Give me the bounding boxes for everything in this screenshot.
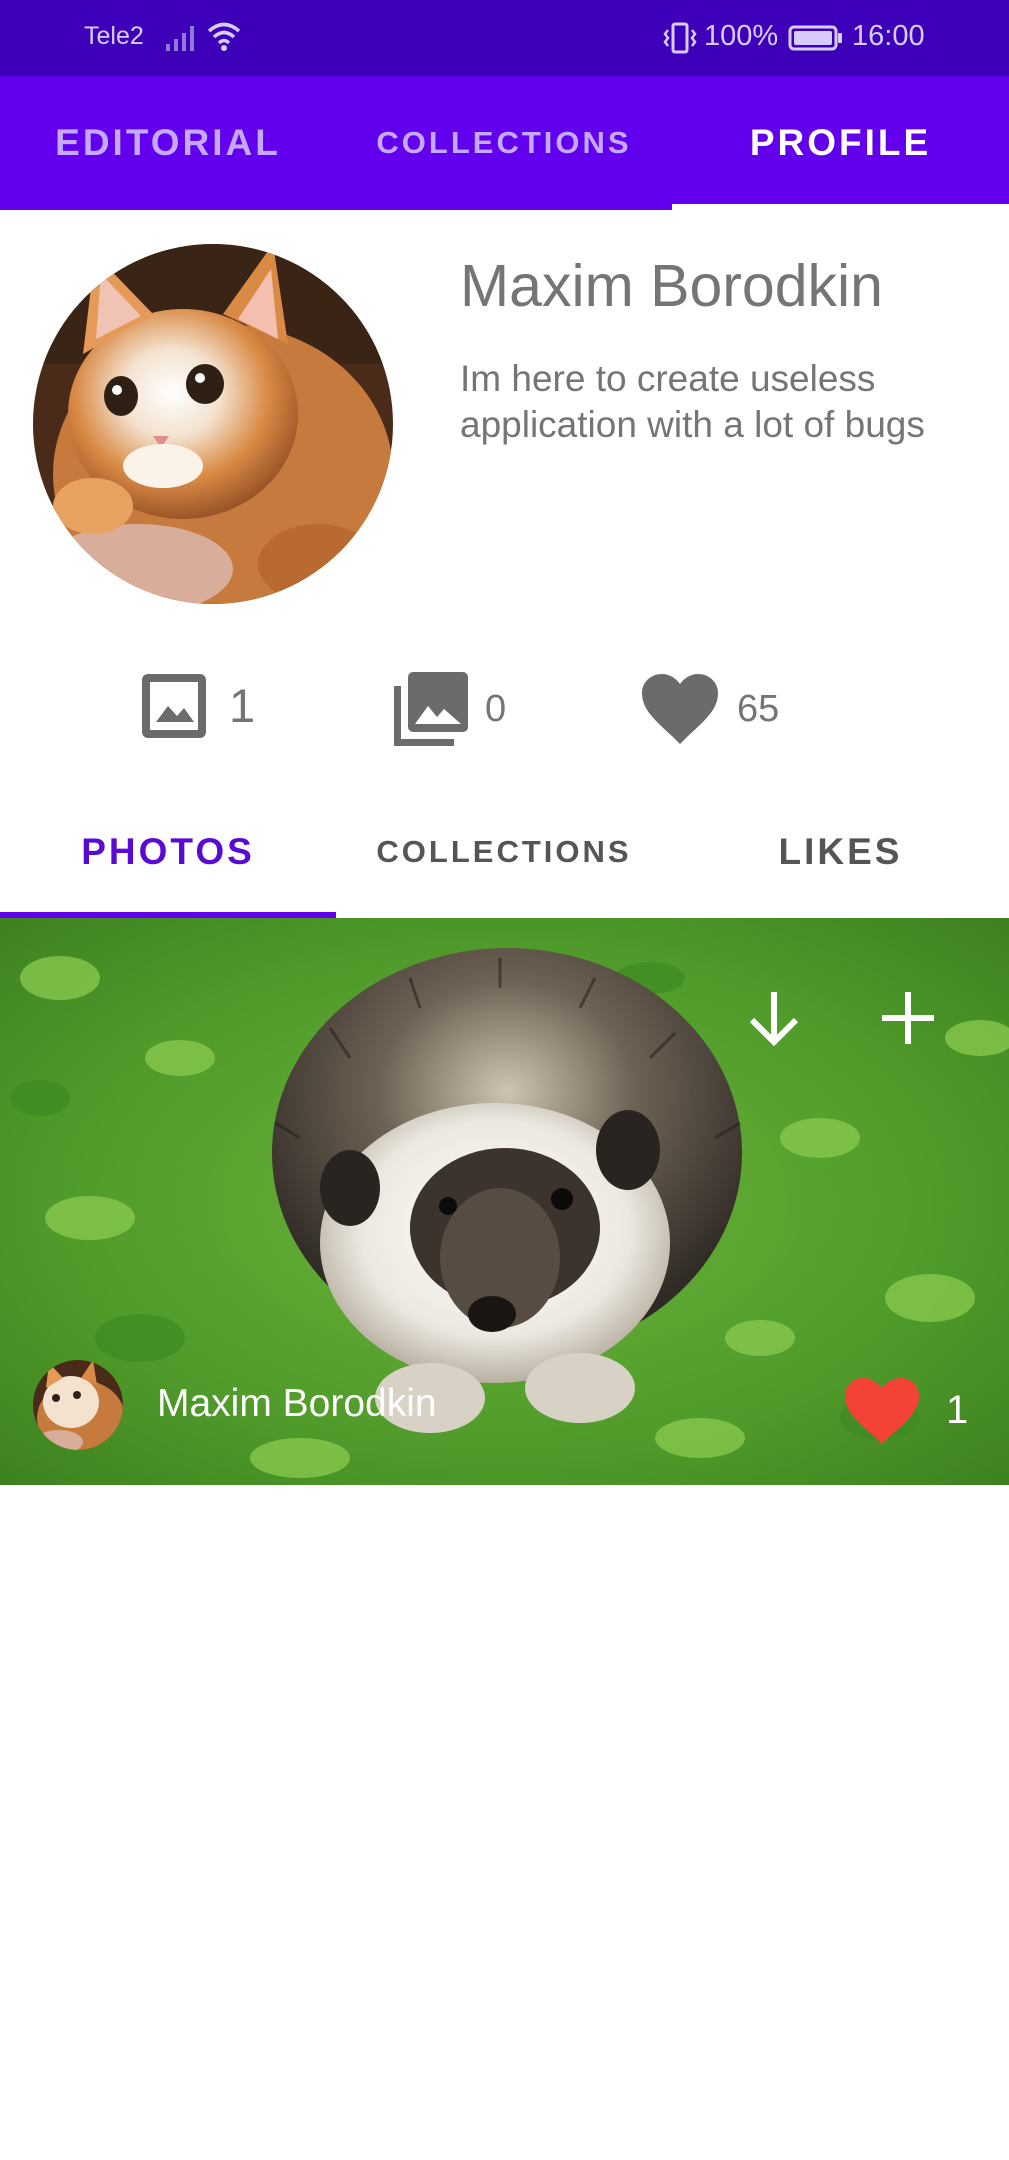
tab-likes[interactable]: LIKES	[672, 800, 1009, 904]
photo-likes-count: 1	[946, 1388, 969, 1432]
author-avatar[interactable]	[33, 1360, 123, 1450]
likes-count: 65	[737, 688, 780, 730]
carrier-name: Tele2	[84, 22, 144, 50]
battery-icon	[788, 25, 842, 51]
tab-user-collections[interactable]: COLLECTIONS	[336, 800, 672, 904]
photos-count: 1	[229, 679, 256, 732]
tab-photos[interactable]: PHOTOS	[0, 800, 336, 904]
profile-name: Maxim Borodkin	[460, 253, 883, 319]
download-icon[interactable]	[742, 986, 806, 1050]
main-tab-bar: EDITORIAL COLLECTIONS PROFILE	[0, 76, 1009, 210]
status-bar: Tele2 100% 16:00	[0, 0, 1009, 76]
profile-screen: Tele2 100% 16:00 EDITORIAL COLLECTIONS P…	[0, 0, 1009, 2160]
signal-icon	[166, 26, 194, 51]
heart-icon	[642, 674, 718, 744]
profile-bio: Im here to create useless application wi…	[460, 358, 925, 445]
wifi-icon	[207, 22, 241, 51]
add-icon[interactable]	[876, 986, 940, 1050]
vibrate-icon	[663, 22, 697, 54]
photo-author-name[interactable]: Maxim Borodkin	[157, 1382, 437, 1426]
photo-icon	[142, 674, 206, 738]
like-heart-icon[interactable]	[842, 1376, 922, 1446]
profile-avatar	[33, 244, 393, 604]
tab-collections[interactable]: COLLECTIONS	[336, 76, 672, 210]
tab-profile[interactable]: PROFILE	[672, 76, 1009, 210]
photo-card[interactable]: Maxim Borodkin 1	[0, 918, 1009, 1485]
main-tab-indicator	[672, 204, 1009, 210]
tab-editorial[interactable]: EDITORIAL	[0, 76, 336, 210]
photo-library-icon	[394, 672, 468, 746]
clock: 16:00	[852, 20, 925, 52]
collections-count: 0	[485, 688, 507, 730]
battery-percentage: 100%	[704, 20, 779, 52]
